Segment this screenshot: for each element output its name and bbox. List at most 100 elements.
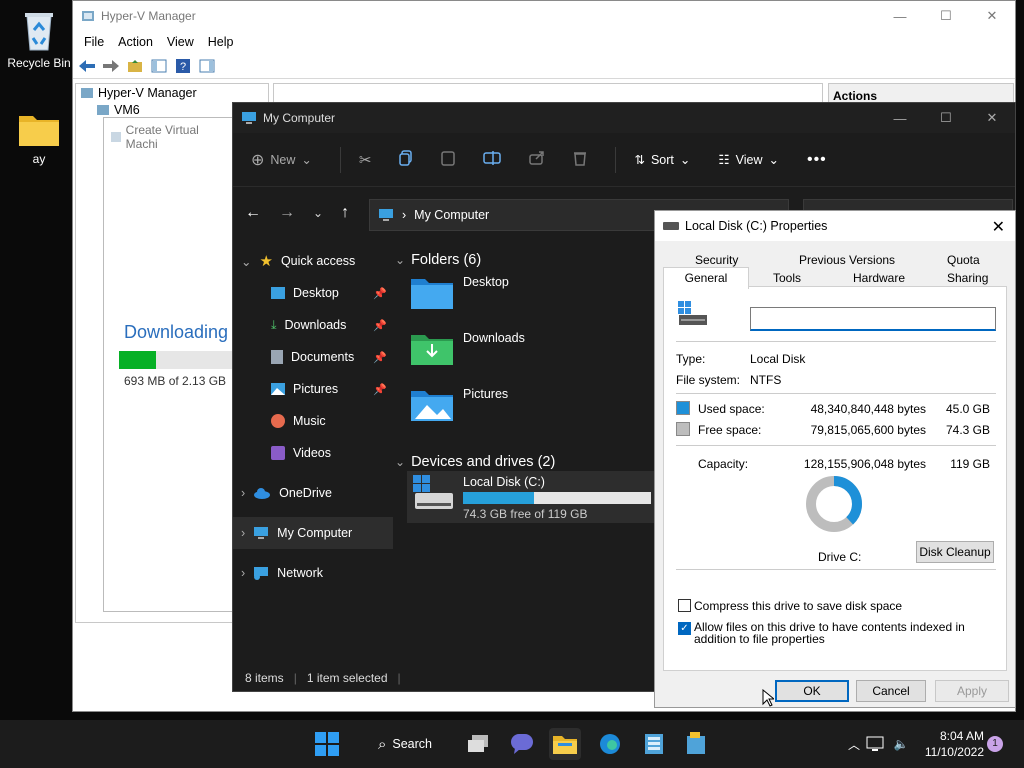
sort-icon: ⇅ — [634, 153, 645, 167]
folder-label: Pictures — [463, 387, 509, 401]
sort-label: Sort — [650, 152, 674, 167]
maximize-button[interactable]: ☐ — [923, 1, 969, 31]
nav-label: My Computer — [277, 526, 353, 540]
tab-previous-versions[interactable]: Previous Versions — [799, 253, 895, 267]
properties-titlebar: Local Disk (C:) Properties ✕ — [655, 211, 1015, 241]
chat-icon — [511, 734, 533, 754]
drive-usage-bar — [463, 492, 651, 504]
tree-item-hyperv-manager[interactable]: Hyper-V Manager — [76, 84, 268, 101]
taskbar-search-button[interactable]: ⌕ Search — [360, 728, 450, 760]
menu-help[interactable]: Help — [201, 35, 241, 49]
drive-name: Local Disk (C:) — [463, 475, 545, 489]
maximize-button[interactable]: ☐ — [923, 103, 969, 133]
nav-quick-access[interactable]: ⌄ ★ Quick access — [233, 245, 393, 277]
folder-downloads[interactable]: Downloads — [395, 331, 675, 387]
free-space-bytes: 79,815,065,600 bytes — [810, 423, 926, 437]
breadcrumb: My Computer — [414, 208, 490, 222]
tab-hardware[interactable]: Hardware — [853, 271, 905, 285]
nav-item-desktop[interactable]: Desktop 📌 — [233, 277, 393, 309]
share-button[interactable] — [529, 151, 545, 168]
ellipsis-icon: ••• — [806, 150, 827, 168]
delete-button[interactable] — [573, 150, 587, 169]
desktop-icon-recycle-bin[interactable]: Recycle Bin — [4, 8, 74, 70]
new-label: New — [270, 152, 296, 167]
minimize-button[interactable]: — — [877, 103, 923, 133]
hyperv-toolbar: ? — [73, 53, 1015, 79]
close-button[interactable]: ✕ — [992, 217, 1005, 237]
new-button[interactable]: ⊕ New ⌄ — [251, 150, 312, 170]
folder-desktop[interactable]: Desktop — [395, 275, 675, 331]
nav-onedrive[interactable]: › OneDrive — [233, 477, 393, 509]
nav-item-videos[interactable]: Videos — [233, 437, 393, 469]
hard-drive-icon — [413, 475, 453, 509]
start-button[interactable] — [311, 728, 343, 760]
rename-button[interactable] — [483, 151, 502, 168]
tab-general[interactable]: General — [663, 267, 749, 289]
show-hide-tree-icon[interactable] — [149, 57, 169, 75]
nav-item-documents[interactable]: Documents 📌 — [233, 341, 393, 373]
up-arrow-icon[interactable]: ↑ — [341, 204, 349, 222]
nav-label: Videos — [293, 446, 331, 460]
tab-sharing[interactable]: Sharing — [947, 271, 988, 285]
nav-network[interactable]: › Network — [233, 557, 393, 589]
back-arrow-icon[interactable]: ← — [245, 204, 261, 222]
pin-icon: 📌 — [373, 287, 387, 300]
compress-checkbox[interactable] — [678, 599, 691, 612]
tab-security[interactable]: Security — [695, 253, 738, 267]
copy-button[interactable] — [399, 150, 413, 169]
apply-button[interactable]: Apply — [935, 680, 1009, 702]
used-space-swatch — [676, 401, 690, 415]
download-progress-fill — [119, 351, 156, 369]
nav-my-computer[interactable]: › My Computer — [233, 517, 393, 549]
ok-button[interactable]: OK — [775, 680, 849, 702]
index-checkbox[interactable]: ✓ — [678, 622, 691, 635]
close-button[interactable]: ✕ — [969, 103, 1015, 133]
hyperv-vm-taskbar-button[interactable] — [680, 728, 712, 760]
tab-quota[interactable]: Quota — [947, 253, 980, 267]
disk-cleanup-button[interactable]: Disk Cleanup — [916, 541, 994, 563]
drive-name-input[interactable] — [750, 307, 996, 331]
nav-item-pictures[interactable]: Pictures 📌 — [233, 373, 393, 405]
folders-section-header[interactable]: ⌄ Folders (6) — [395, 245, 675, 275]
desktop-icon-folder[interactable]: ay — [4, 110, 74, 166]
chat-button[interactable] — [506, 728, 538, 760]
more-options-button[interactable]: ••• — [807, 151, 827, 169]
network-tray-icon[interactable] — [862, 728, 888, 760]
volume-tray-icon[interactable]: 🔈 — [888, 728, 914, 760]
back-arrow-icon[interactable] — [77, 57, 97, 75]
menu-action[interactable]: Action — [111, 35, 160, 49]
chevron-down-icon[interactable]: ⌄ — [313, 206, 323, 220]
menu-file[interactable]: File — [77, 35, 111, 49]
paste-button[interactable] — [441, 150, 456, 169]
close-button[interactable]: ✕ — [969, 1, 1015, 31]
computer-icon — [242, 112, 256, 124]
file-explorer-taskbar-button[interactable] — [549, 728, 581, 760]
clock[interactable]: 8:04 AM 11/10/2022 — [920, 728, 984, 760]
tab-tools[interactable]: Tools — [773, 271, 801, 285]
plus-circle-icon: ⊕ — [251, 151, 265, 169]
index-label: Allow files on this drive to have conten… — [694, 620, 965, 646]
edge-button[interactable] — [594, 728, 626, 760]
folder-pictures[interactable]: Pictures — [395, 387, 675, 443]
drive-free-text: 74.3 GB free of 119 GB — [463, 507, 588, 521]
menu-view[interactable]: View — [160, 35, 201, 49]
nav-item-music[interactable]: Music — [233, 405, 393, 437]
nav-item-downloads[interactable]: ⤓ Downloads 📌 — [233, 309, 393, 341]
view-button[interactable]: ☷ View ⌄ — [718, 152, 779, 168]
properties-dialog: Local Disk (C:) Properties ✕ Security Pr… — [654, 210, 1016, 708]
help-icon[interactable]: ? — [173, 57, 193, 75]
forward-arrow-icon[interactable]: → — [279, 204, 295, 222]
folder-label: Downloads — [463, 331, 525, 345]
up-folder-icon[interactable] — [125, 57, 145, 75]
show-hide-action-pane-icon[interactable] — [197, 57, 217, 75]
sort-button[interactable]: ⇅ Sort ⌄ — [634, 152, 690, 168]
cut-button[interactable]: ✂ — [359, 151, 372, 169]
notification-badge[interactable]: 1 — [987, 736, 1003, 752]
forward-arrow-icon[interactable] — [101, 57, 121, 75]
task-view-button[interactable] — [463, 728, 495, 760]
minimize-button[interactable]: — — [877, 1, 923, 31]
cancel-button[interactable]: Cancel — [856, 680, 926, 702]
drive-local-disk-c[interactable]: Local Disk (C:) 74.3 GB free of 119 GB — [407, 471, 657, 523]
hyperv-taskbar-button[interactable] — [638, 728, 670, 760]
desktop-icon — [271, 287, 285, 299]
